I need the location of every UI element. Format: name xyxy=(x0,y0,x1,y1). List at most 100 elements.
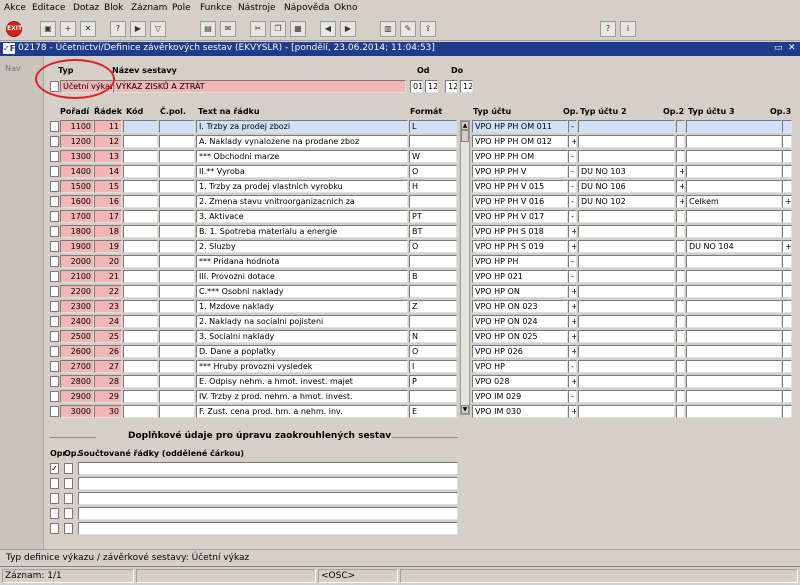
do-year-field[interactable]: 12 xyxy=(460,80,473,93)
cell-typ1[interactable]: VPO HP PH S 019 xyxy=(472,240,568,253)
cell-kod[interactable] xyxy=(123,240,158,253)
op-checkbox[interactable] xyxy=(64,478,73,489)
cell-typ1[interactable]: VPO HP xyxy=(472,360,568,373)
op-checkbox[interactable] xyxy=(64,523,73,534)
cell-typ2[interactable] xyxy=(578,135,675,148)
cell-op1[interactable]: + xyxy=(568,300,577,313)
cell-typ1[interactable]: VPO HP PH S 018 xyxy=(472,225,568,238)
opr-checkbox[interactable] xyxy=(50,478,59,489)
soucet-radky-field[interactable] xyxy=(78,522,458,535)
cell-typ3[interactable] xyxy=(686,300,782,313)
cell-text[interactable]: IV. Trzby z prod. nehm. a hmot. invest. xyxy=(196,390,408,403)
cell-radek[interactable]: 11 xyxy=(94,120,122,133)
cell-cpol[interactable] xyxy=(159,135,195,148)
cell-poradi[interactable]: 1900 xyxy=(60,240,94,253)
soucet-radky-field[interactable] xyxy=(78,477,458,490)
cell-poradi[interactable]: 2500 xyxy=(60,330,94,343)
cell-radek[interactable]: 30 xyxy=(94,405,122,418)
cell-op3[interactable] xyxy=(782,300,792,313)
menu-funkce[interactable]: Funkce xyxy=(200,3,232,13)
cell-kod[interactable] xyxy=(123,315,158,328)
cell-format[interactable] xyxy=(409,195,457,208)
opr-checkbox[interactable] xyxy=(50,523,59,534)
cell-typ2[interactable] xyxy=(578,285,675,298)
row-indicator[interactable] xyxy=(50,181,59,192)
cell-typ3[interactable] xyxy=(686,390,782,403)
new-record-icon[interactable]: + xyxy=(60,21,76,37)
cell-cpol[interactable] xyxy=(159,300,195,313)
menu-napoveda[interactable]: Nápověda xyxy=(284,3,330,13)
cell-typ2[interactable]: DU NO 106 xyxy=(578,180,675,193)
cell-typ1[interactable]: VPO HP PH V xyxy=(472,165,568,178)
previous-icon[interactable]: ◀ xyxy=(320,21,336,37)
cell-op3[interactable] xyxy=(782,120,792,133)
cell-radek[interactable]: 19 xyxy=(94,240,122,253)
cell-text[interactable]: B. 1. Spotreba materialu a energie xyxy=(196,225,408,238)
nav-label[interactable]: Nav xyxy=(5,64,21,73)
cell-op2[interactable] xyxy=(676,315,685,328)
row-indicator[interactable] xyxy=(50,121,59,132)
cell-poradi[interactable]: 1400 xyxy=(60,165,94,178)
cell-poradi[interactable]: 2100 xyxy=(60,270,94,283)
cell-op2[interactable]: + xyxy=(676,180,685,193)
cell-op2[interactable] xyxy=(676,135,685,148)
row-indicator[interactable] xyxy=(50,136,59,147)
cell-text[interactable]: II.** Vyroba xyxy=(196,165,408,178)
opr-checkbox[interactable] xyxy=(50,493,59,504)
cell-typ1[interactable]: VPO HP PH V 016 xyxy=(472,195,568,208)
cell-format[interactable]: H xyxy=(409,180,457,193)
cell-kod[interactable] xyxy=(123,180,158,193)
cell-op1[interactable]: - xyxy=(568,210,577,223)
table-scrollbar[interactable]: ▲ ▼ xyxy=(460,120,470,415)
cell-op3[interactable]: + xyxy=(782,195,792,208)
cell-typ2[interactable] xyxy=(578,330,675,343)
cell-kod[interactable] xyxy=(123,225,158,238)
cell-radek[interactable]: 29 xyxy=(94,390,122,403)
cell-poradi[interactable]: 1100 xyxy=(60,120,94,133)
cell-text[interactable]: 2. Zmena stavu vnitroorganizacnich za xyxy=(196,195,408,208)
mail-icon[interactable]: ✉ xyxy=(220,21,236,37)
soucet-radky-field[interactable] xyxy=(78,462,458,475)
cell-format[interactable]: PT xyxy=(409,210,457,223)
cell-typ1[interactable]: VPO HP PH OM 012 xyxy=(472,135,568,148)
cell-text[interactable]: A. Naklady vynalozene na prodane zboz xyxy=(196,135,408,148)
cell-format[interactable]: B xyxy=(409,270,457,283)
cell-poradi[interactable]: 1700 xyxy=(60,210,94,223)
cell-format[interactable] xyxy=(409,285,457,298)
row-indicator[interactable] xyxy=(50,241,59,252)
cell-radek[interactable]: 13 xyxy=(94,150,122,163)
cell-op3[interactable] xyxy=(782,360,792,373)
cell-cpol[interactable] xyxy=(159,345,195,358)
cell-cpol[interactable] xyxy=(159,375,195,388)
cell-poradi[interactable]: 3000 xyxy=(60,405,94,418)
cell-op3[interactable] xyxy=(782,405,792,418)
cell-cpol[interactable] xyxy=(159,255,195,268)
cell-text[interactable]: III. Provozni dotace xyxy=(196,270,408,283)
cell-format[interactable]: W xyxy=(409,150,457,163)
opr-checkbox[interactable]: ✓ xyxy=(50,463,59,474)
query-icon[interactable]: ? xyxy=(110,21,126,37)
execute-query-icon[interactable]: ▶ xyxy=(130,21,146,37)
cell-typ2[interactable] xyxy=(578,225,675,238)
cell-kod[interactable] xyxy=(123,300,158,313)
cell-cpol[interactable] xyxy=(159,210,195,223)
cell-typ3[interactable]: DU NO 104 xyxy=(686,240,782,253)
cell-typ2[interactable] xyxy=(578,360,675,373)
row-indicator[interactable] xyxy=(50,301,59,312)
cell-op1[interactable]: + xyxy=(568,345,577,358)
cell-typ2[interactable]: DU NO 103 xyxy=(578,165,675,178)
cell-radek[interactable]: 12 xyxy=(94,135,122,148)
cell-kod[interactable] xyxy=(123,405,158,418)
cell-typ3[interactable] xyxy=(686,315,782,328)
cell-typ1[interactable]: VPO HP PH OM xyxy=(472,150,568,163)
cell-radek[interactable]: 26 xyxy=(94,345,122,358)
row-indicator[interactable] xyxy=(50,166,59,177)
cell-op1[interactable]: + xyxy=(568,135,577,148)
cell-op2[interactable] xyxy=(676,210,685,223)
cell-op1[interactable]: + xyxy=(568,375,577,388)
row-indicator[interactable] xyxy=(50,331,59,342)
cell-text[interactable]: F. Zust. cena prod. hm. a nehm. inv. xyxy=(196,405,408,418)
restore-window-icon[interactable]: ▭ xyxy=(774,43,784,54)
cell-kod[interactable] xyxy=(123,285,158,298)
cell-op1[interactable]: - xyxy=(568,270,577,283)
